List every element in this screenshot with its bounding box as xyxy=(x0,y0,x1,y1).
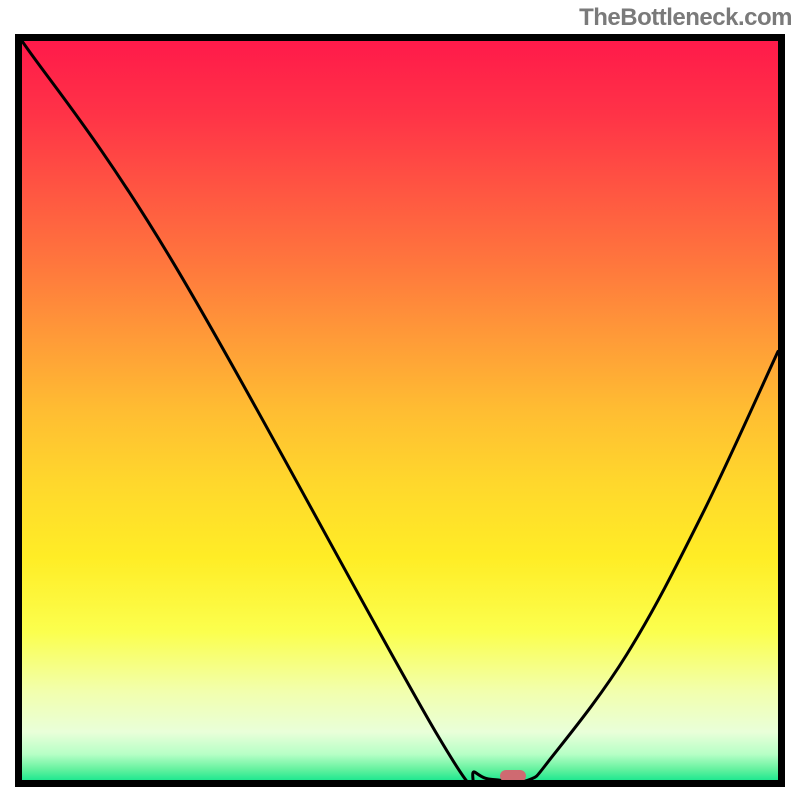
optimal-point-marker xyxy=(500,770,526,782)
watermark: TheBottleneck.com xyxy=(579,4,792,32)
plot-area xyxy=(15,34,785,787)
chart-container: TheBottleneck.com xyxy=(0,0,800,800)
bottleneck-curve xyxy=(22,41,778,780)
